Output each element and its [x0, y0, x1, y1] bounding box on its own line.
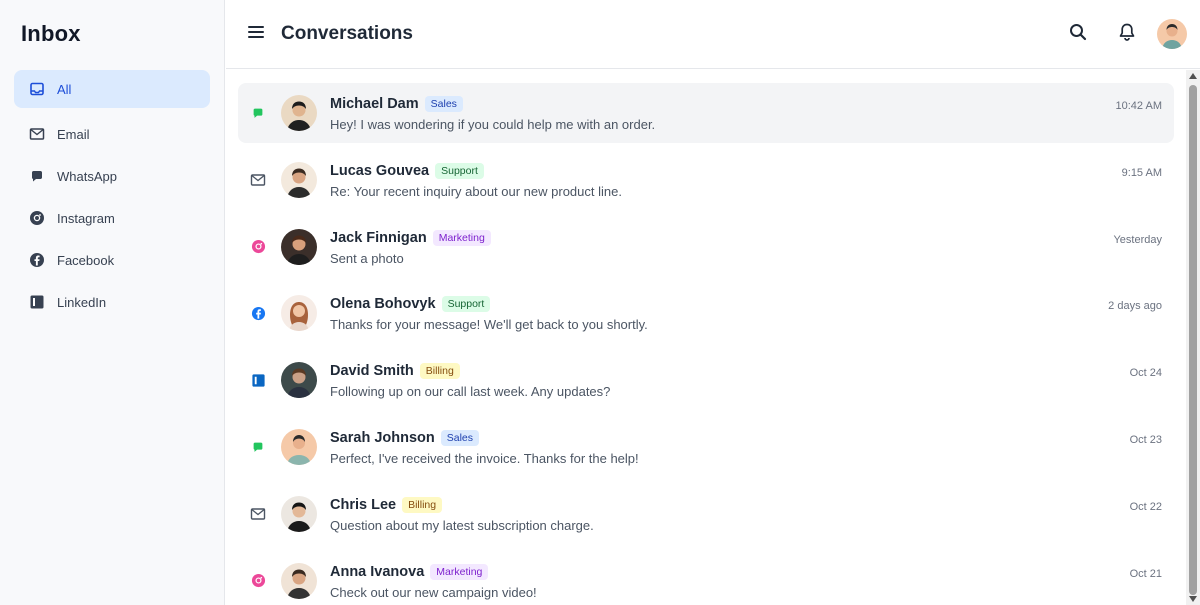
message-preview: Sent a photo — [330, 250, 404, 266]
sidebar-item-facebook[interactable]: Facebook — [14, 241, 210, 279]
inbox-icon — [29, 81, 45, 97]
whatsapp-icon — [29, 168, 45, 184]
timestamp: Yesterday — [1113, 233, 1162, 246]
sidebar-item-instagram[interactable]: Instagram — [14, 199, 210, 237]
sidebar-title: Inbox — [21, 21, 81, 46]
linkedin-icon — [250, 372, 266, 388]
contact-avatar — [281, 228, 317, 265]
contact-avatar — [281, 295, 317, 332]
sidebar-item-label: Instagram — [57, 210, 115, 226]
instagram-icon — [29, 210, 45, 226]
conversation-item[interactable]: David Smith Billing Following up on our … — [238, 350, 1174, 410]
contact-avatar — [281, 161, 317, 198]
message-preview: Check out our new campaign video! — [330, 584, 537, 600]
menu-icon[interactable] — [247, 23, 267, 41]
sidebar-item-whatsapp[interactable]: WhatsApp — [14, 157, 210, 195]
conversation-header: Sarah Johnson Sales — [330, 429, 480, 446]
conversation-item[interactable]: Lucas Gouvea Support Re: Your recent inq… — [238, 150, 1174, 210]
tag-badge: Support — [435, 162, 484, 179]
timestamp: 2 days ago — [1108, 300, 1162, 313]
contact-name: Jack Finnigan — [330, 229, 427, 246]
mail-icon — [29, 126, 45, 142]
sidebar: Inbox All Email WhatsApp Instagram Faceb… — [0, 0, 225, 605]
message-preview: Thanks for your message! We'll get back … — [330, 317, 648, 333]
tag-badge: Billing — [402, 496, 443, 513]
tag-badge: Marketing — [430, 563, 489, 580]
contact-name: Olena Bohovyk — [330, 296, 436, 313]
sidebar-item-email[interactable]: Email — [14, 115, 210, 153]
timestamp: 10:42 AM — [1115, 100, 1162, 112]
sidebar-item-label: LinkedIn — [57, 294, 107, 310]
mail-icon — [250, 506, 266, 522]
top-header: Conversations — [226, 0, 1200, 69]
bell-icon[interactable] — [1115, 20, 1139, 44]
contact-name: Chris Lee — [330, 496, 397, 513]
whatsapp-icon — [250, 439, 266, 455]
page-title: Conversations — [281, 23, 413, 44]
timestamp: Oct 22 — [1129, 500, 1162, 513]
sidebar-item-all[interactable]: All — [14, 70, 210, 108]
conversation-header: David Smith Billing — [330, 363, 460, 380]
conversation-item[interactable]: Sarah Johnson Sales Perfect, I've receiv… — [238, 417, 1174, 477]
conversation-item[interactable]: Olena Bohovyk Support Thanks for your me… — [238, 283, 1174, 343]
message-preview: Re: Your recent inquiry about our new pr… — [330, 183, 622, 199]
scroll-up-arrow-icon[interactable] — [1189, 73, 1197, 79]
contact-name: Sarah Johnson — [330, 429, 435, 446]
timestamp: Oct 21 — [1129, 567, 1162, 580]
contact-name: Anna Ivanova — [330, 563, 425, 580]
conversation-header: Anna Ivanova Marketing — [330, 563, 489, 580]
conversation-item[interactable]: Michael Dam Sales Hey! I was wondering i… — [238, 83, 1174, 143]
conversation-item[interactable]: Chris Lee Billing Question about my late… — [238, 484, 1174, 544]
tag-badge: Marketing — [432, 229, 491, 246]
instagram-icon — [250, 573, 266, 589]
conversation-header: Jack Finnigan Marketing — [330, 229, 491, 246]
user-avatar[interactable] — [1157, 19, 1187, 49]
sidebar-nav: All Email WhatsApp Instagram Facebook Li… — [14, 70, 210, 322]
contact-name: David Smith — [330, 363, 414, 380]
contact-avatar — [281, 562, 317, 599]
scrollbar[interactable] — [1186, 70, 1200, 605]
sidebar-item-label: Facebook — [57, 252, 115, 268]
tag-badge: Support — [441, 296, 491, 313]
conversation-header: Olena Bohovyk Support — [330, 296, 491, 313]
mail-icon — [250, 172, 266, 188]
tag-badge: Sales — [424, 96, 463, 112]
tag-badge: Sales — [440, 429, 480, 446]
instagram-icon — [250, 239, 266, 255]
timestamp: Oct 24 — [1129, 367, 1162, 380]
contact-avatar — [281, 428, 317, 465]
message-preview: Following up on our call last week. Any … — [330, 384, 611, 400]
tag-badge: Billing — [419, 363, 460, 380]
search-icon[interactable] — [1066, 20, 1090, 44]
scrollbar-thumb[interactable] — [1189, 85, 1197, 595]
contact-avatar — [281, 95, 317, 131]
linkedin-icon — [29, 294, 45, 310]
contact-name: Lucas Gouvea — [330, 162, 430, 179]
timestamp: 9:15 AM — [1121, 166, 1162, 179]
conversation-item[interactable]: Jack Finnigan Marketing Sent a photo Yes… — [238, 217, 1174, 277]
scroll-down-arrow-icon[interactable] — [1189, 596, 1197, 602]
contact-avatar — [281, 362, 317, 399]
contact-name: Michael Dam — [330, 96, 419, 112]
conversation-header: Lucas Gouvea Support — [330, 162, 484, 179]
conversation-header: Michael Dam Sales — [330, 96, 463, 112]
conversation-item[interactable]: Anna Ivanova Marketing Check out our new… — [238, 551, 1174, 605]
sidebar-item-label: WhatsApp — [57, 168, 117, 184]
facebook-icon — [250, 305, 266, 321]
sidebar-item-label: All — [57, 81, 72, 97]
message-preview: Hey! I was wondering if you could help m… — [330, 117, 656, 132]
conversation-list: Michael Dam Sales Hey! I was wondering i… — [238, 83, 1174, 605]
conversation-header: Chris Lee Billing — [330, 496, 443, 513]
sidebar-item-linkedin[interactable]: LinkedIn — [14, 283, 210, 321]
facebook-icon — [29, 252, 45, 268]
timestamp: Oct 23 — [1129, 433, 1162, 446]
sidebar-item-label: Email — [57, 126, 90, 142]
whatsapp-icon — [250, 105, 266, 121]
contact-avatar — [281, 495, 317, 532]
message-preview: Question about my latest subscription ch… — [330, 517, 594, 533]
message-preview: Perfect, I've received the invoice. Than… — [330, 450, 639, 466]
